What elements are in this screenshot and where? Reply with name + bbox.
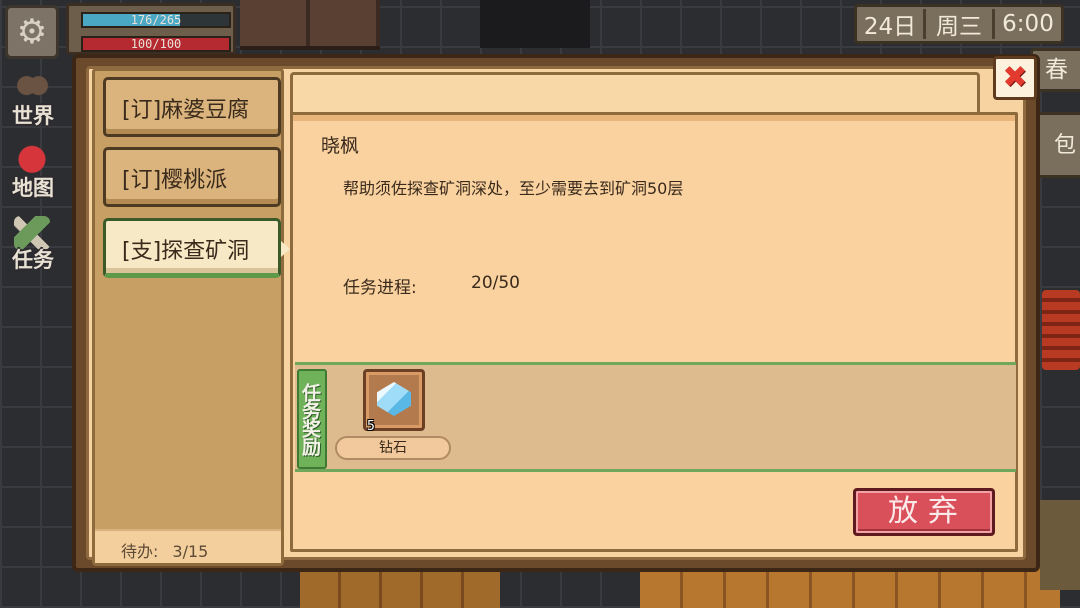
bag-button[interactable]: 包 [1036,112,1080,178]
status-bars: 176/265 100/100 [66,3,236,55]
side-menu-label: 任务 [12,248,54,272]
time-label: 6:00 [1002,11,1054,37]
progress-label: 任务进程: [343,278,417,298]
background-doorway [480,0,590,48]
quest-item-label: [支]探查矿洞 [122,239,250,264]
side-menu-map[interactable]: 地图 [0,136,66,208]
side-menu-quests[interactable]: 任务 [0,208,66,280]
background-object [1040,500,1080,590]
background-hanging-peppers [1042,290,1080,370]
progress-value: 20/50 [471,273,520,293]
quest-giver-name: 晓枫 [321,135,360,157]
quest-item-label: [订]樱桃派 [122,168,228,193]
side-menu-label: 世界 [12,104,54,128]
background-shelf [240,0,380,50]
side-menu-world[interactable]: 世界 [0,64,66,136]
gear-icon: ⚙ [16,12,48,52]
energy-bar: 100/100 [81,36,231,52]
quest-item-label: [订]麻婆豆腐 [122,98,250,123]
abandon-quest-button[interactable]: 放弃 [853,488,995,536]
detail-header-tab [290,72,980,116]
detail-body: 晓枫 帮助须佐探查矿洞深处，至少需要去到矿洞50层 任务进程: 20/50 任务… [290,112,1018,552]
reward-count: 5 [367,419,375,434]
todo-counter: 待办: 3/15 [95,529,281,563]
side-menu: 世界 地图 任务 [0,64,66,280]
energy-text: 100/100 [130,37,182,51]
date-time-panel: 24日 周三 6:00 [854,4,1064,44]
todo-value: 3/15 [172,542,209,561]
quest-detail-panel: 晓枫 帮助须佐探查矿洞深处，至少需要去到矿洞50层 任务进程: 20/50 任务… [290,72,1018,552]
quest-item[interactable]: [订]樱桃派 [103,147,281,207]
day-label: 24日 [863,14,917,40]
diamond-icon [377,382,411,416]
reward-area: 任务奖励 5 钻石 [295,362,1016,472]
reward-item-name: 钻石 [335,436,451,460]
settings-button[interactable]: ⚙ [5,5,59,59]
quest-item[interactable]: [订]麻婆豆腐 [103,77,281,137]
quest-list: [订]麻婆豆腐 [订]樱桃派 [支]探查矿洞 待办: 3/15 [92,68,290,566]
reward-item-slot[interactable]: 5 [363,369,425,434]
quest-item-selected[interactable]: [支]探查矿洞 [103,218,290,278]
weekday-label: 周三 [936,14,982,40]
health-text: 176/265 [130,13,182,27]
detail-header-band [293,115,1015,121]
reward-label: 任务奖励 [297,369,327,469]
health-bar: 176/265 [81,12,231,28]
todo-label: 待办: [121,542,159,561]
side-menu-label: 地图 [12,176,54,200]
quest-description: 帮助须佐探查矿洞深处，至少需要去到矿洞50层 [343,179,684,198]
